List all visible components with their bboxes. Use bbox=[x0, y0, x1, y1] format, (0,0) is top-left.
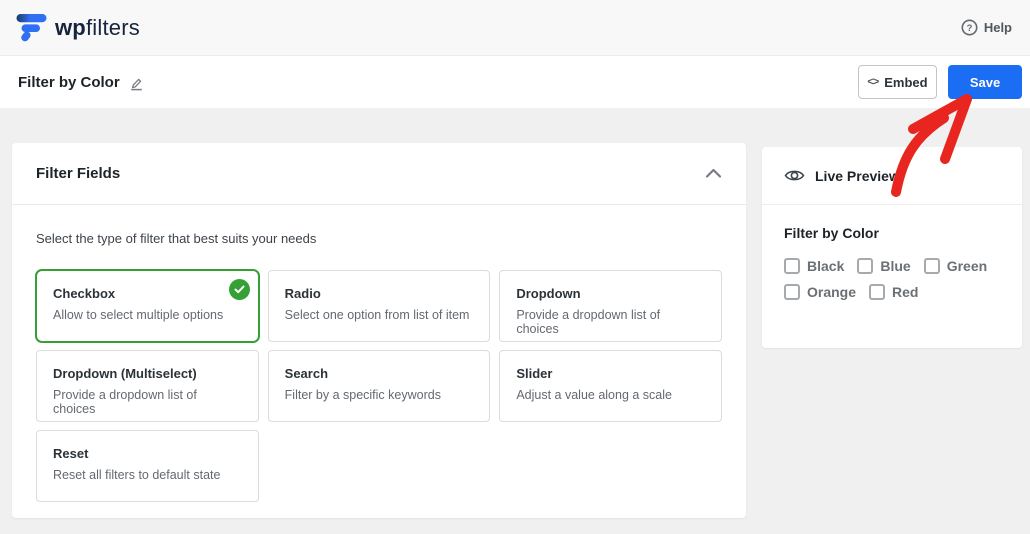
help-question-icon: ? bbox=[961, 19, 978, 36]
preview-option-blue[interactable]: Blue bbox=[857, 258, 911, 274]
selected-check-icon bbox=[228, 279, 250, 300]
filter-card-search[interactable]: Search Filter by a specific keywords bbox=[267, 350, 491, 422]
filter-card-title: Dropdown (Multiselect) bbox=[53, 366, 197, 381]
filter-card-slider[interactable]: Slider Adjust a value along a scale bbox=[499, 350, 722, 422]
eye-icon bbox=[784, 168, 805, 183]
filter-card-description: Adjust a value along a scale bbox=[516, 388, 672, 402]
filter-fields-title: Filter Fields bbox=[36, 165, 121, 182]
chevron-up-icon[interactable] bbox=[705, 168, 722, 179]
filter-card-dropdown[interactable]: Dropdown Provide a dropdown list of choi… bbox=[499, 270, 722, 342]
help-link[interactable]: ? Help bbox=[961, 19, 1012, 36]
preview-option-orange[interactable]: Orange bbox=[784, 284, 856, 300]
title-bar-actions: <> Embed Save bbox=[858, 65, 1022, 99]
filter-card-radio[interactable]: Radio Select one option from list of ite… bbox=[267, 270, 491, 342]
embed-button-label: Embed bbox=[884, 74, 928, 90]
live-preview-title: Live Preview bbox=[815, 167, 900, 184]
preview-option-red[interactable]: Red bbox=[869, 284, 918, 300]
live-preview-body: Filter by Color Black Blue Green Orange … bbox=[762, 205, 1022, 320]
edit-title-pencil-icon[interactable] bbox=[129, 76, 144, 91]
filter-card-title: Radio bbox=[284, 286, 321, 301]
checkbox-label: Black bbox=[807, 258, 845, 274]
page-title: Filter by Color bbox=[18, 74, 144, 91]
checkbox-orange[interactable] bbox=[784, 284, 800, 300]
code-brackets-icon: <> bbox=[867, 76, 879, 88]
save-button[interactable]: Save bbox=[948, 65, 1022, 99]
logo-text-light: filters bbox=[85, 14, 140, 40]
filter-card-description: Select one option from list of item bbox=[284, 308, 470, 322]
preview-option-black[interactable]: Black bbox=[784, 258, 844, 274]
filter-fields-panel: Filter Fields Select the type of filter … bbox=[12, 143, 746, 518]
wpfilters-logo[interactable]: wpfilters bbox=[16, 13, 140, 42]
wpfilters-funnel-icon bbox=[16, 13, 47, 42]
live-preview-options: Black Blue Green Orange Red bbox=[784, 258, 1000, 300]
checkbox-label: Orange bbox=[807, 284, 857, 300]
filter-card-dropdown-multiselect[interactable]: Dropdown (Multiselect) Provide a dropdow… bbox=[36, 350, 259, 422]
filter-card-checkbox[interactable]: Checkbox Allow to select multiple option… bbox=[36, 270, 259, 342]
filter-card-reset[interactable]: Reset Reset all filters to default state bbox=[36, 430, 259, 502]
live-preview-heading: Filter by Color bbox=[784, 225, 879, 241]
logo-text: wpfilters bbox=[55, 15, 140, 41]
checkbox-black[interactable] bbox=[784, 258, 800, 274]
filter-card-title: Reset bbox=[53, 446, 89, 461]
logo-text-bold: wp bbox=[55, 14, 86, 40]
app-header: wpfilters ? Help bbox=[0, 0, 1030, 56]
checkbox-red[interactable] bbox=[869, 284, 886, 300]
help-label: Help bbox=[983, 20, 1012, 35]
filter-fields-subtitle: Select the type of filter that best suit… bbox=[36, 231, 317, 246]
page-title-text: Filter by Color bbox=[18, 73, 120, 91]
svg-text:?: ? bbox=[966, 23, 972, 34]
filter-card-description: Allow to select multiple options bbox=[53, 308, 224, 322]
checkbox-label: Red bbox=[892, 284, 919, 300]
checkbox-green[interactable] bbox=[923, 258, 940, 274]
filter-card-description: Provide a dropdown list of choices bbox=[516, 308, 661, 336]
checkbox-blue[interactable] bbox=[857, 258, 874, 274]
preview-option-green[interactable]: Green bbox=[923, 258, 988, 274]
filter-card-description: Provide a dropdown list of choices bbox=[53, 388, 197, 416]
live-preview-header: Live Preview bbox=[762, 147, 1022, 205]
filter-fields-header: Filter Fields bbox=[12, 143, 746, 205]
filter-card-title: Slider bbox=[516, 366, 553, 381]
live-preview-panel: Live Preview Filter by Color Black Blue … bbox=[762, 147, 1022, 348]
embed-button[interactable]: <> Embed bbox=[858, 65, 937, 99]
filter-card-description: Reset all filters to default state bbox=[53, 468, 221, 482]
filter-card-title: Dropdown bbox=[516, 286, 581, 301]
filter-type-grid: Checkbox Allow to select multiple option… bbox=[36, 270, 722, 502]
title-bar: Filter by Color <> Embed Save bbox=[0, 56, 1030, 108]
filter-fields-body: Select the type of filter that best suit… bbox=[12, 205, 746, 516]
filter-card-description: Filter by a specific keywords bbox=[284, 388, 441, 402]
checkbox-label: Blue bbox=[880, 258, 911, 274]
save-button-label: Save bbox=[969, 74, 1001, 90]
checkbox-label: Green bbox=[946, 258, 988, 274]
filter-card-title: Checkbox bbox=[53, 286, 116, 301]
filter-card-title: Search bbox=[284, 366, 329, 381]
